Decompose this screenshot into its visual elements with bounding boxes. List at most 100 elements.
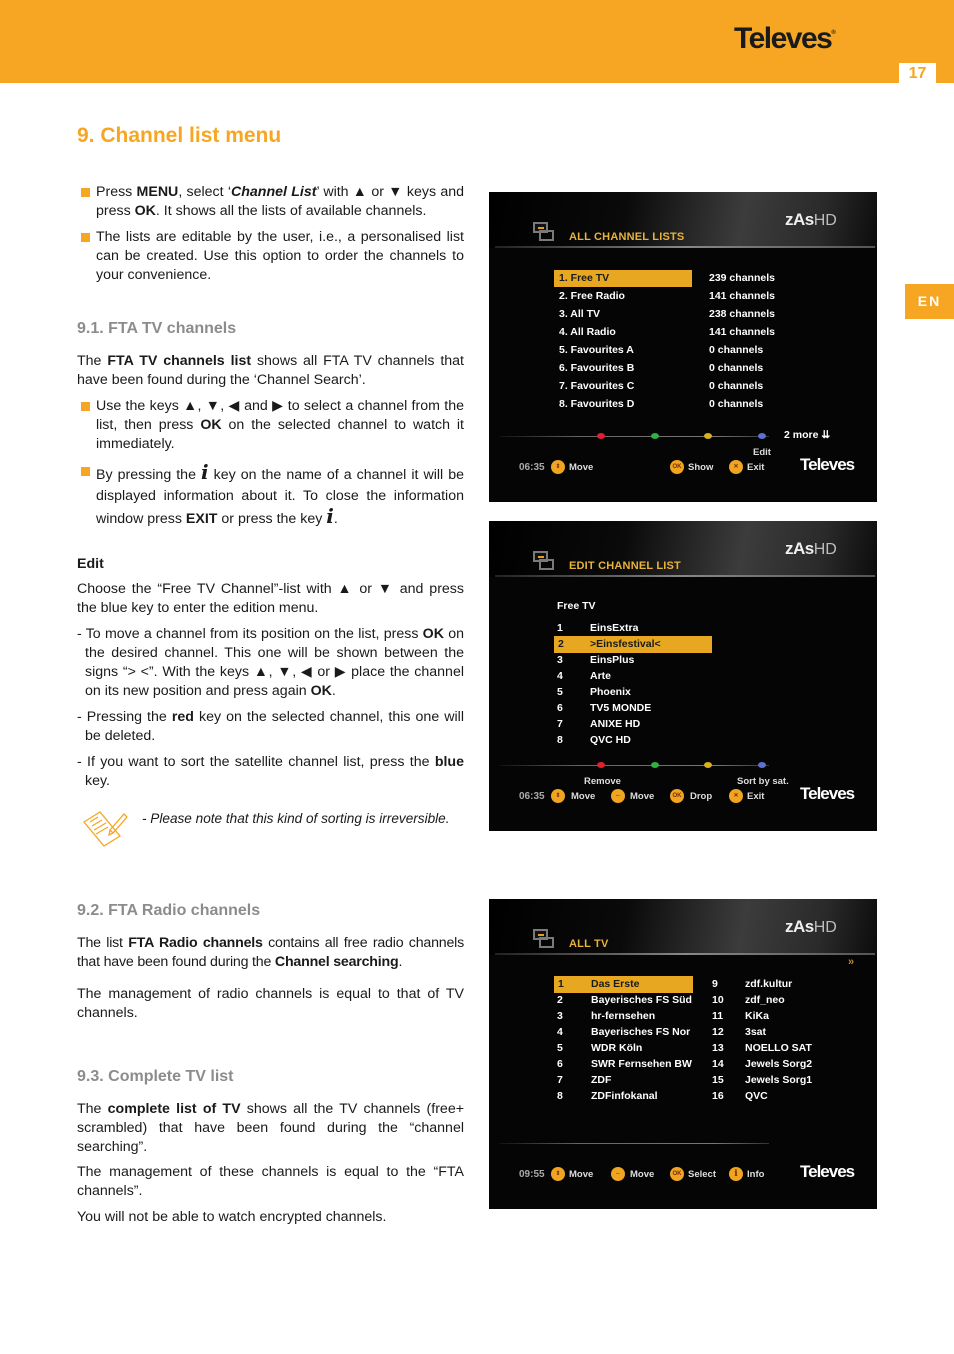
channel-number: 10 [712, 994, 724, 1006]
channel-list-icon [533, 551, 555, 571]
list-item[interactable]: 7. Favourites C [559, 378, 634, 395]
info-key-icon: i [201, 460, 209, 484]
footer-divider [499, 1143, 769, 1144]
channel-name[interactable]: 3sat [745, 1024, 766, 1041]
list-item-count: 141 channels [709, 326, 775, 338]
more-indicator[interactable]: 2 more ⇊ [784, 429, 830, 441]
list-item[interactable]: 1. Free TV [554, 270, 692, 287]
list-item[interactable]: 3. All TV [559, 306, 600, 323]
move-label: Move [571, 791, 596, 802]
subsection-title-complete-tv: 9.3. Complete TV list [77, 1068, 234, 1085]
list-item-count: 0 channels [709, 398, 764, 410]
channel-name[interactable]: Bayerisches FS Süd [591, 992, 692, 1009]
screen-title: ALL TV [569, 938, 609, 950]
channel-name[interactable]: EinsExtra [590, 620, 638, 637]
channel-name[interactable]: Jewels Sorg2 [745, 1056, 812, 1073]
select-label: Select [688, 1169, 716, 1180]
channel-list-icon [533, 929, 555, 949]
screen-title: ALL CHANNEL LISTS [569, 231, 685, 243]
list-item[interactable]: 4. All Radio [559, 324, 616, 341]
list-item-count: 0 channels [709, 344, 764, 356]
up-down-key-icon: ⇕ [551, 460, 565, 474]
edit-intro: Choose the “Free TV Channel”-list with ▲… [77, 581, 464, 616]
channel-list-icon [533, 222, 555, 242]
channel-number: 4 [557, 670, 563, 682]
channel-number: 8 [557, 734, 563, 746]
language-tab: EN [905, 284, 954, 319]
up-down-key-icon: ⇕ [551, 1167, 565, 1181]
red-key-label: Remove [584, 776, 621, 787]
channel-name[interactable]: EinsPlus [590, 652, 634, 669]
info-label: Info [747, 1169, 765, 1180]
selected-channel-row[interactable]: 1 Das Erste [554, 976, 693, 993]
list-item-count: 141 channels [709, 290, 775, 302]
channel-name[interactable]: WDR Köln [591, 1040, 642, 1057]
list-item[interactable]: 5. Favourites A [559, 342, 634, 359]
channel-number: 16 [712, 1090, 724, 1102]
bullet-square-icon [81, 402, 90, 411]
screenshot-all-tv: ALL TV zAsHD » 1 Das Erste 2 Bayerisches… [489, 899, 877, 1209]
info-key-icon: i [326, 504, 334, 528]
exit-label: Exit [747, 462, 765, 473]
double-chevron-down-icon: ⇊ [821, 429, 831, 441]
televes-logo: Televes® [734, 22, 836, 55]
channel-number: 5 [557, 686, 563, 698]
zas-hd-logo: zAsHD [785, 917, 837, 936]
clock: 06:35 [519, 791, 545, 802]
channel-name[interactable]: Phoenix [590, 684, 631, 701]
channel-number: 14 [712, 1058, 724, 1070]
channel-name[interactable]: hr-fernsehen [591, 1008, 655, 1025]
green-key-icon [651, 762, 659, 768]
fta-tv-bullet-2: By pressing the i key on the name of a c… [80, 462, 464, 530]
show-label: Show [688, 462, 714, 473]
left-right-key-icon: ⇔ [611, 789, 625, 803]
channel-name[interactable]: QVC HD [590, 732, 631, 749]
subsection-title-fta-radio: 9.2. FTA Radio channels [77, 902, 261, 919]
selected-channel-row[interactable]: 2 >Einsfestival< [554, 636, 712, 653]
channel-number: 6 [557, 1058, 563, 1070]
fta-radio-p2: The management of radio channels is equa… [77, 986, 464, 1021]
televes-screen-logo: Televes [800, 455, 855, 474]
channel-name[interactable]: QVC [745, 1088, 768, 1105]
channel-name[interactable]: ANIXE HD [590, 716, 640, 733]
list-item-count: 0 channels [709, 362, 764, 374]
section-title: 9. Channel list menu [77, 124, 282, 147]
blue-key-icon [758, 433, 766, 439]
screen-divider [495, 575, 875, 577]
channel-number: 7 [557, 718, 563, 730]
channel-number: 6 [557, 702, 563, 714]
bullet-square-icon [81, 188, 90, 197]
list-item[interactable]: 8. Favourites D [559, 396, 634, 413]
channel-number: 3 [557, 654, 563, 666]
up-down-key-icon: ⇕ [551, 789, 565, 803]
screen-divider [495, 953, 875, 955]
green-key-icon [651, 433, 659, 439]
channel-name[interactable]: zdf.kultur [745, 976, 792, 993]
channel-number: 11 [712, 1010, 724, 1022]
screen-divider [495, 246, 875, 248]
yellow-key-icon [704, 433, 712, 439]
list-item[interactable]: 6. Favourites B [559, 360, 634, 377]
zas-hd-logo: zAsHD [785, 539, 837, 558]
channel-name[interactable]: zdf_neo [745, 992, 785, 1009]
intro-bullet-2: The lists are editable by the user, i.e.… [80, 228, 464, 285]
channel-name[interactable]: Jewels Sorg1 [745, 1072, 812, 1089]
move-label: Move [630, 791, 655, 802]
channel-name[interactable]: TV5 MONDE [590, 700, 651, 717]
brand-text: Televes [734, 22, 833, 55]
list-item[interactable]: 2. Free Radio [559, 288, 625, 305]
channel-name[interactable]: NOELLO SAT [745, 1040, 812, 1057]
channel-name[interactable]: Arte [590, 668, 611, 685]
blue-key-icon [758, 762, 766, 768]
channel-name[interactable]: ZDFinfokanal [591, 1088, 658, 1105]
next-page-icon[interactable]: » [848, 956, 854, 968]
note-text: - Please note that this kind of sorting … [142, 811, 450, 826]
drop-label: Drop [690, 791, 713, 802]
list-item-count: 238 channels [709, 308, 775, 320]
channel-name[interactable]: Bayerisches FS Nor [591, 1024, 690, 1041]
channel-name[interactable]: KiKa [745, 1008, 769, 1025]
channel-name[interactable]: SWR Fernsehen BW [591, 1056, 692, 1073]
channel-name[interactable]: ZDF [591, 1072, 611, 1089]
red-key-icon [597, 433, 605, 439]
color-key-line [499, 436, 769, 437]
